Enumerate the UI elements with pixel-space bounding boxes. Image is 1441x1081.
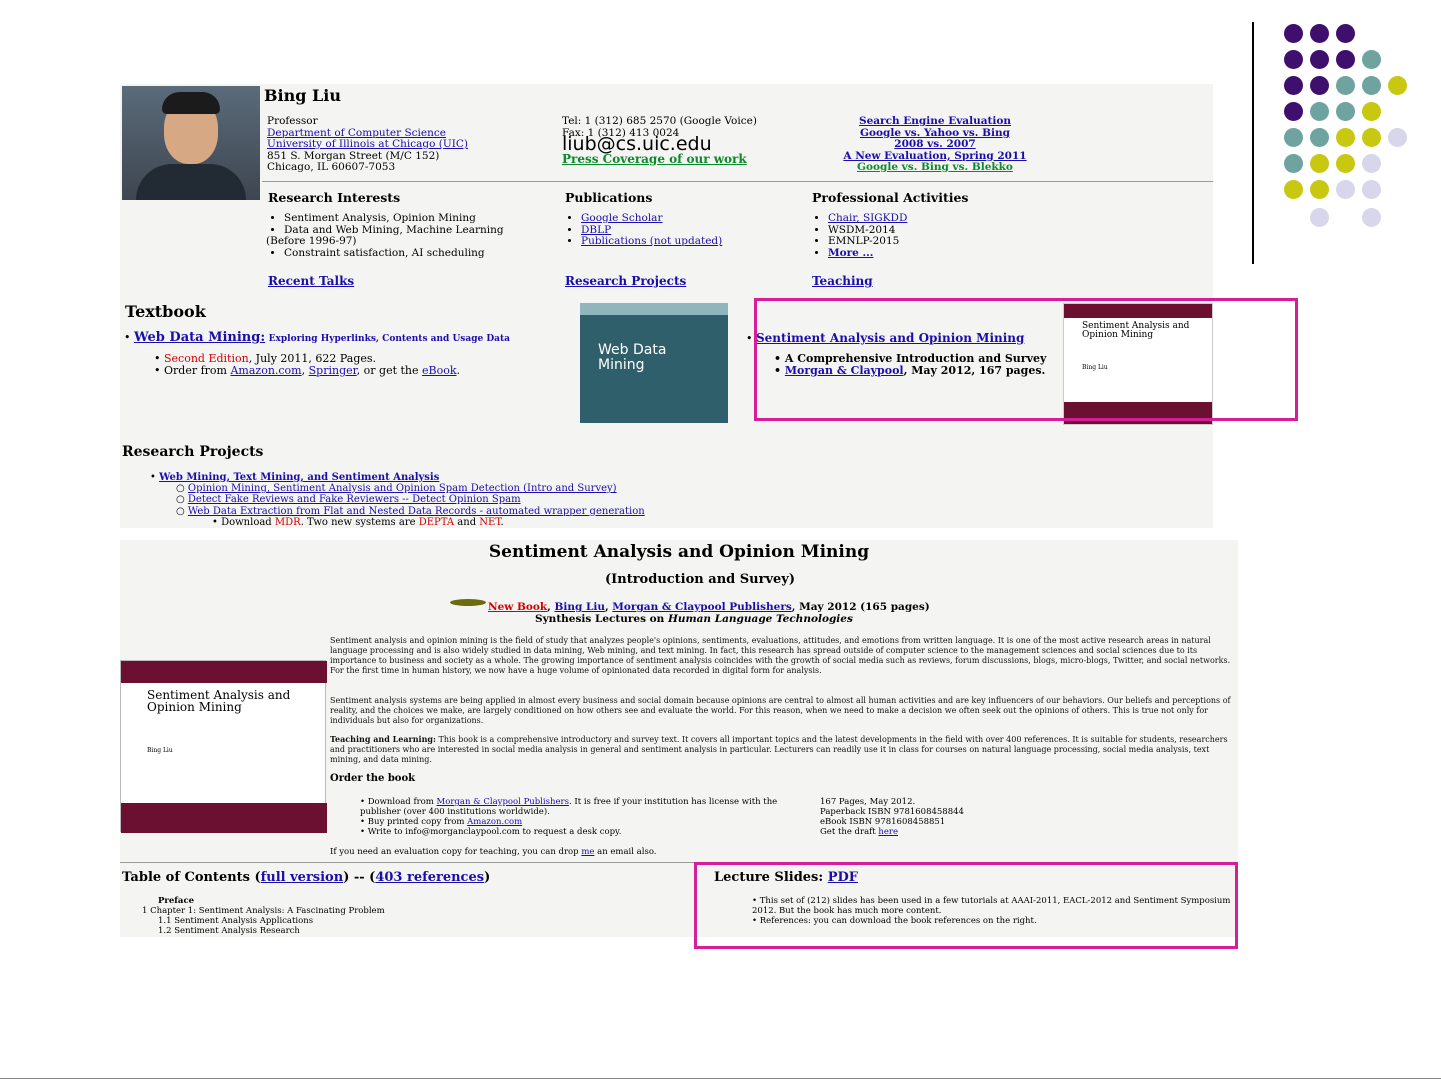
web-data-mining-cover: Web Data Mining xyxy=(580,303,728,423)
web-data-mining-link[interactable]: Web Data Mining: xyxy=(134,330,265,345)
series-line: Synthesis Lectures on Human Language Tec… xyxy=(535,613,853,625)
search-eval-block: Search Engine Evaluation Google vs. Yaho… xyxy=(835,115,1035,174)
order-publisher-link[interactable]: Morgan & Claypool Publishers xyxy=(437,797,569,807)
project-opinion-mining-link[interactable]: Opinion Mining, Sentiment Analysis and O… xyxy=(188,483,617,494)
professional-activities-heading: Professional Activities xyxy=(812,190,969,205)
book-page-subtitle: (Introduction and Survey) xyxy=(605,572,795,587)
book-page-title: Sentiment Analysis and Opinion Mining xyxy=(488,542,870,562)
eval-link-0[interactable]: Search Engine Evaluation xyxy=(859,115,1011,127)
publisher-link[interactable]: Morgan & Claypool Publishers xyxy=(612,601,792,613)
header-separator xyxy=(262,181,1213,182)
more-link[interactable]: More ... xyxy=(828,247,873,259)
textbook-heading: Textbook xyxy=(125,302,206,321)
textbook-item: • Web Data Mining: Exploring Hyperlinks,… xyxy=(124,330,510,377)
vertical-divider xyxy=(1252,22,1254,264)
toc-references-link[interactable]: 403 references xyxy=(375,870,484,885)
publications-link[interactable]: Publications (not updated) xyxy=(581,235,722,247)
univ-link[interactable]: University of Illinois at Chicago (UIC) xyxy=(267,138,468,150)
new-book-link[interactable]: New Book xyxy=(488,601,547,613)
toc-list: Preface 1 Chapter 1: Sentiment Analysis:… xyxy=(142,896,385,936)
profile-photo xyxy=(122,86,260,200)
dept-link[interactable]: Department of Computer Science xyxy=(267,127,446,139)
draft-link[interactable]: here xyxy=(878,827,898,837)
project-web-mining-link[interactable]: Web Mining, Text Mining, and Sentiment A… xyxy=(159,472,439,483)
professional-activities-list: Chair, SIGKDD WSDM-2014 EMNLP-2015 More … xyxy=(810,212,907,259)
decorative-dot-grid xyxy=(1278,20,1428,240)
highlight-box-sentiment-book xyxy=(754,298,1298,421)
book-meta-line: New Book, Bing Liu, Morgan & Claypool Pu… xyxy=(488,601,930,613)
teaching-link[interactable]: Teaching xyxy=(812,274,873,288)
author-link[interactable]: Bing Liu xyxy=(554,601,605,613)
intro-paragraph-1: Sentiment analysis and opinion mining is… xyxy=(330,636,1231,675)
research-interests-heading: Research Interests xyxy=(268,190,401,205)
profile-name: Bing Liu xyxy=(264,86,341,105)
press-coverage-link[interactable]: Press Coverage of our work xyxy=(562,152,747,166)
research-projects-heading: Research Projects xyxy=(122,444,264,460)
email-me-link[interactable]: me xyxy=(581,847,594,857)
book-specs: 167 Pages, May 2012. Paperback ISBN 9781… xyxy=(820,797,964,837)
project-fake-reviews-link[interactable]: Detect Fake Reviews and Fake Reviewers -… xyxy=(188,494,521,505)
eval-link-1[interactable]: Google vs. Yahoo vs. Bing xyxy=(860,127,1010,139)
sentiment-book-cover-large: Sentiment Analysis and Opinion Mining Bi… xyxy=(120,660,327,833)
toc-heading: Table of Contents (full version) -- (403… xyxy=(122,870,491,885)
teaching-paragraph: Teaching and Learning: This book is a co… xyxy=(330,734,1228,764)
ebook-link[interactable]: eBook xyxy=(422,364,457,377)
dblp-link[interactable]: DBLP xyxy=(581,224,611,236)
order-list: • Download from Morgan & Claypool Publis… xyxy=(360,797,778,837)
project-web-extraction-link[interactable]: Web Data Extraction from Flat and Nested… xyxy=(188,506,645,517)
order-amazon-link[interactable]: Amazon.com xyxy=(467,817,522,827)
eval-link-3[interactable]: A New Evaluation, Spring 2011 xyxy=(843,150,1026,162)
eval-link-4[interactable]: Google vs. Bing vs. Blekko xyxy=(857,161,1013,173)
publications-heading: Publications xyxy=(565,190,653,205)
email-address: liub@cs.uic.edu xyxy=(562,133,712,155)
slide-bottom-rule xyxy=(0,1078,1441,1079)
research-projects-link[interactable]: Research Projects xyxy=(565,274,686,288)
contact-block: Professor Department of Computer Science… xyxy=(267,115,469,173)
intro-paragraph-2: Sentiment analysis systems are being app… xyxy=(330,696,1231,725)
amazon-link[interactable]: Amazon.com xyxy=(230,364,301,377)
highlight-box-lecture-slides xyxy=(694,862,1238,949)
phone-block: Tel: 1 (312) 685 2570 (Google Voice) Fax… xyxy=(562,115,757,166)
new-book-badge-icon xyxy=(450,599,486,606)
recent-talks-link[interactable]: Recent Talks xyxy=(268,274,354,288)
sigkdd-link[interactable]: Chair, SIGKDD xyxy=(828,212,907,224)
eval-link-2[interactable]: 2008 vs. 2007 xyxy=(894,138,975,150)
google-scholar-link[interactable]: Google Scholar xyxy=(581,212,662,224)
toc-full-version-link[interactable]: full version xyxy=(261,870,344,885)
publications-list: Google Scholar DBLP Publications (not up… xyxy=(563,212,722,248)
research-projects-list: • Web Mining, Text Mining, and Sentiment… xyxy=(150,472,645,528)
research-interests-list: Sentiment Analysis, Opinion Mining Data … xyxy=(266,212,556,259)
evaluation-note: If you need an evaluation copy for teach… xyxy=(330,847,657,857)
springer-link[interactable]: Springer xyxy=(309,364,357,377)
order-heading: Order the book xyxy=(330,773,416,784)
